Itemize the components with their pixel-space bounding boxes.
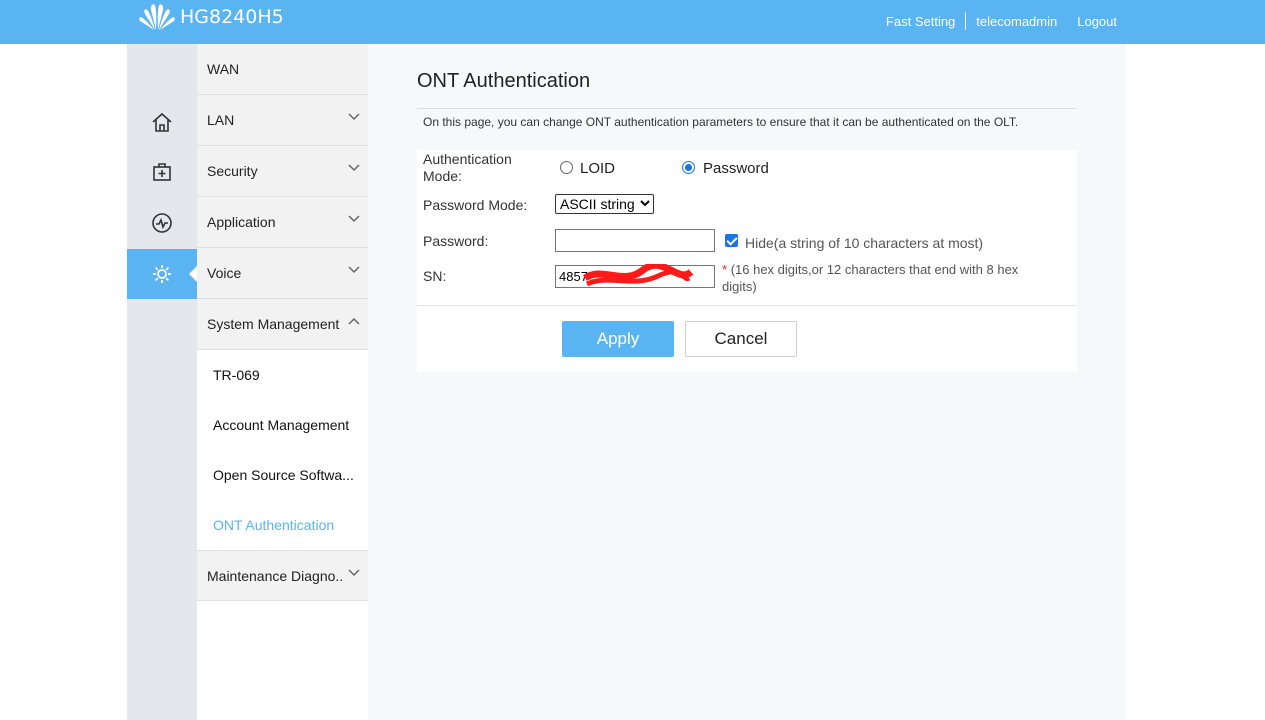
loid-radio-label[interactable]: LOID bbox=[580, 160, 615, 177]
auth-mode-label-line2: Mode: bbox=[423, 168, 462, 184]
password-radio-label[interactable]: Password bbox=[703, 160, 769, 177]
menu-item-label: WAN bbox=[207, 61, 240, 77]
password-mode-select[interactable]: ASCII string bbox=[555, 194, 654, 214]
hide-checkbox[interactable] bbox=[725, 234, 738, 247]
password-mode-value: ASCII string bbox=[560, 196, 635, 212]
menu-item-label: Maintenance Diagno.. bbox=[207, 567, 344, 584]
page-title: ONT Authentication bbox=[417, 70, 591, 92]
side-menu: WAN LAN Security Application Voice Syste… bbox=[197, 44, 368, 720]
password-label: Password: bbox=[423, 233, 489, 249]
fast-setting-link[interactable]: Fast Setting bbox=[886, 14, 955, 29]
menu-item-label: System Management bbox=[207, 316, 340, 332]
chevron-down-icon bbox=[640, 200, 650, 207]
rail-settings[interactable] bbox=[127, 249, 197, 299]
apply-button[interactable]: Apply bbox=[562, 321, 674, 357]
auth-mode-label-line1: Authentication bbox=[423, 151, 512, 167]
chevron-down-icon bbox=[348, 266, 360, 274]
chevron-up-icon bbox=[348, 317, 360, 325]
menu-item-maintenance[interactable]: Maintenance Diagno.. bbox=[197, 550, 368, 601]
device-model: HG8240H5 bbox=[180, 6, 284, 28]
header-links: Fast Setting telecomadmin Logout bbox=[886, 12, 1117, 30]
rail-status[interactable] bbox=[127, 198, 197, 248]
rail-diagnostics[interactable] bbox=[127, 147, 197, 197]
content-area bbox=[368, 44, 1126, 720]
menu-item-label: LAN bbox=[207, 112, 235, 128]
loid-radio[interactable] bbox=[560, 161, 573, 174]
menu-item-lan[interactable]: LAN bbox=[197, 95, 368, 146]
form-divider bbox=[417, 305, 1077, 306]
icon-rail bbox=[127, 44, 197, 720]
gear-icon bbox=[153, 265, 171, 283]
menu-item-voice[interactable]: Voice bbox=[197, 248, 368, 299]
header-divider bbox=[965, 12, 967, 30]
redaction-scribble bbox=[583, 264, 693, 287]
hide-label: Hide(a string of 10 characters at most) bbox=[745, 235, 984, 251]
cancel-button[interactable]: Cancel bbox=[685, 321, 797, 357]
sn-hint-text: (16 hex digits,or 12 characters that end… bbox=[730, 262, 1019, 277]
page-description: On this page, you can change ONT authent… bbox=[423, 115, 1019, 129]
sub-item-tr069[interactable]: TR-069 bbox=[197, 350, 368, 400]
title-divider bbox=[417, 108, 1077, 109]
first-aid-icon bbox=[153, 163, 171, 181]
menu-item-label: Application bbox=[207, 214, 276, 230]
menu-item-system-management[interactable]: System Management bbox=[197, 299, 368, 350]
chevron-down-icon bbox=[348, 164, 360, 172]
sub-item-account-management[interactable]: Account Management bbox=[197, 400, 368, 450]
menu-item-security[interactable]: Security bbox=[197, 146, 368, 197]
menu-item-wan[interactable]: WAN bbox=[197, 44, 368, 95]
menu-item-application[interactable]: Application bbox=[197, 197, 368, 248]
rail-home[interactable] bbox=[127, 97, 197, 147]
chevron-down-icon bbox=[348, 215, 360, 223]
sn-hint-line1: * (16 hex digits,or 12 characters that e… bbox=[722, 262, 1018, 277]
password-mode-label: Password Mode: bbox=[423, 197, 528, 213]
pulse-icon bbox=[152, 213, 172, 233]
sub-item-open-source-software[interactable]: Open Source Softwa... bbox=[197, 450, 368, 500]
menu-item-label: Voice bbox=[207, 265, 242, 281]
password-radio[interactable] bbox=[682, 161, 695, 174]
sub-item-ont-authentication[interactable]: ONT Authentication bbox=[197, 500, 368, 550]
huawei-logo-icon bbox=[139, 4, 175, 30]
home-icon bbox=[152, 112, 172, 132]
user-account-link[interactable]: telecomadmin bbox=[976, 14, 1057, 29]
top-bar: HG8240H5 Fast Setting telecomadmin Logou… bbox=[0, 0, 1265, 44]
required-mark: * bbox=[722, 262, 728, 277]
sn-label: SN: bbox=[423, 268, 447, 284]
password-input[interactable] bbox=[555, 229, 715, 252]
chevron-down-icon bbox=[348, 569, 360, 577]
menu-item-label: Security bbox=[207, 163, 258, 179]
chevron-down-icon bbox=[348, 113, 360, 121]
sn-hint-line2: digits) bbox=[722, 279, 757, 294]
logout-link[interactable]: Logout bbox=[1077, 14, 1117, 29]
